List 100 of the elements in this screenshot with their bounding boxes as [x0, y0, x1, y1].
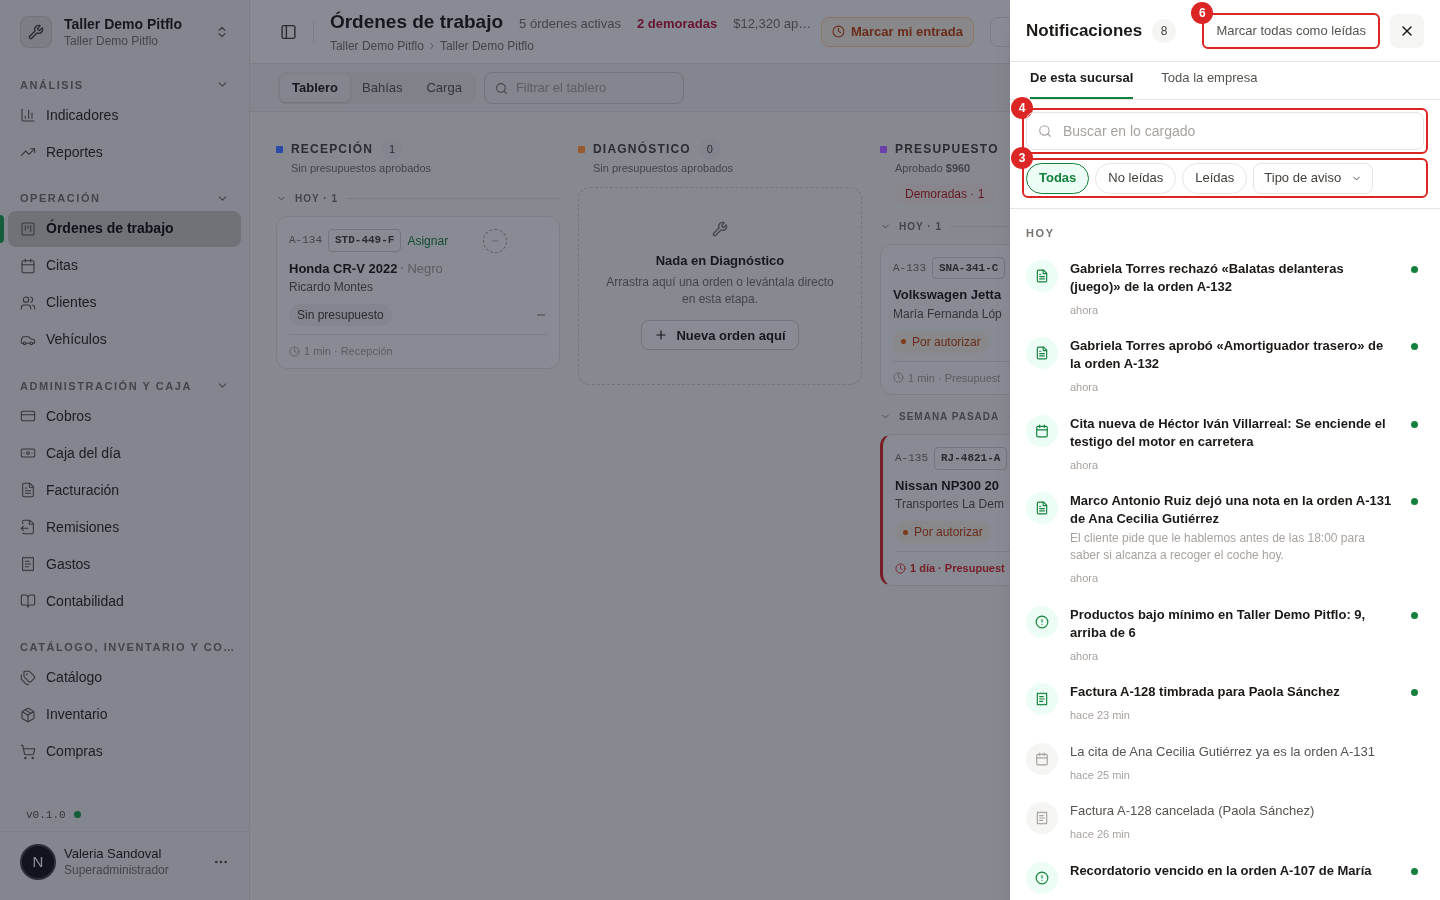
receipt-icon — [1035, 811, 1049, 825]
new-order-button[interactable]: Nueva orden aquí — [641, 320, 799, 351]
nav-item[interactable]: Contabilidad — [8, 583, 241, 619]
notification-time: ahora — [1070, 571, 1100, 586]
view-tab[interactable]: Tablero — [280, 73, 350, 102]
search-field[interactable]: Buscar en lo cargado — [1026, 112, 1424, 150]
breadcrumb-item[interactable]: Taller Demo Pitflo — [329, 36, 424, 55]
column-subtitle: Sin presupuestos aprobados — [291, 161, 433, 176]
notification-title[interactable]: Recordatorio vencido en la orden A-107 de María — [1070, 861, 1392, 880]
book-icon — [20, 593, 36, 609]
avatar: N — [20, 844, 56, 880]
status-pill: Por autorizar — [895, 521, 991, 543]
order-id: A-133 — [893, 260, 926, 276]
section-heading: CATÁLOGO, INVENTARIO Y CO… — [20, 640, 236, 655]
status-pill: Sin presupuesto — [289, 304, 392, 326]
nav-item[interactable]: Facturación — [8, 472, 241, 508]
group-label: SEMANA PASADA — [899, 410, 1000, 424]
column-title: DIAGNÓSTICO — [593, 140, 691, 158]
banknote-icon — [20, 445, 36, 461]
document-icon — [1035, 346, 1049, 360]
column-title: RECEPCIÓN — [291, 140, 374, 158]
version-label: v0.1.0 — [26, 807, 66, 823]
user-role: Superadministrador — [64, 862, 170, 878]
assign-link[interactable]: Asignar — [407, 231, 449, 250]
bar-chart-icon — [20, 107, 36, 123]
type-dropdown[interactable]: Tipo de aviso — [1253, 162, 1374, 194]
plus-icon — [654, 328, 669, 343]
vehicle-name: Volkswagen Jetta — [893, 286, 1002, 304]
annotation-badge: 6 — [1191, 1, 1214, 24]
breadcrumb-item[interactable]: Taller Demo Pitflo — [439, 36, 534, 55]
filter-chip[interactable]: Todas — [1026, 162, 1090, 194]
plate-tag: RJ-4821-A — [934, 447, 1008, 470]
calendar-icon — [20, 257, 36, 274]
calendar-icon — [1035, 751, 1049, 766]
notification-title[interactable]: Productos bajo mínimo en Taller Demo Pitflo: 9, arriba de 6 — [1070, 605, 1392, 642]
notification-time: hace 23 min — [1070, 708, 1131, 723]
client-name: Ricardo Montes — [289, 279, 375, 296]
client-name: Transportes La Dem — [895, 496, 1005, 513]
notification-title[interactable]: Factura A-128 cancelada (Paola Sánchez) — [1070, 802, 1392, 820]
document-icon — [1035, 268, 1049, 283]
view-tab[interactable]: Bahías — [350, 73, 415, 102]
nav-item[interactable]: Reportes — [8, 134, 241, 170]
notification-title[interactable]: Gabriela Torres aprobó «Amortiguador trasero» de la orden A-132 — [1070, 337, 1392, 373]
notification-title[interactable]: Cita nueva de Héctor Iván Villarreal: Se enciende el testigo del motor en carretera — [1070, 414, 1392, 451]
notification-time: ahora — [1070, 302, 1100, 318]
notification-title[interactable]: La cita de Ana Cecilia Gutiérrez ya es la orden A-131 — [1070, 742, 1392, 761]
workspace-subtitle: Taller Demo Pitflo — [64, 33, 160, 49]
sidebar-toggle-icon[interactable] — [280, 22, 297, 41]
nav-item[interactable]: Remisiones — [8, 509, 241, 545]
calendar-icon — [1035, 423, 1049, 438]
late-badge: Demoradas · 1 — [895, 182, 995, 205]
nav-item[interactable]: Indicadores — [8, 97, 241, 133]
notification-title[interactable]: Marco Antonio Ruiz dejó una nota en la orden A-131 de Ana Cecilia Gutiérrez — [1070, 492, 1392, 528]
summary-text: $12,320 ap… — [733, 15, 812, 34]
order-id: A-135 — [895, 451, 928, 466]
empty-text: Arrastra aquí una orden o levántala directo en esta etapa. — [605, 274, 835, 309]
nav-item[interactable]: Clientes — [8, 284, 241, 321]
search-icon — [494, 81, 508, 95]
nav-item[interactable]: Vehículos — [8, 321, 241, 358]
nav-item[interactable]: Cobros — [8, 398, 241, 434]
kanban-icon — [20, 220, 36, 237]
users-icon — [20, 294, 36, 311]
panel-tab[interactable]: Toda la empresa — [1161, 67, 1258, 99]
cart-icon — [20, 743, 36, 760]
plate-tag: STD-449-F — [328, 229, 402, 252]
annotation-badge: 4 — [1011, 97, 1033, 119]
nav-item[interactable]: Caja del día — [8, 435, 241, 471]
document-icon — [20, 482, 36, 498]
nav-item[interactable]: Gastos — [8, 546, 241, 582]
view-tab[interactable]: Carga — [414, 73, 474, 102]
clock-icon — [895, 562, 906, 574]
wrench-icon — [28, 24, 44, 41]
nav-item[interactable]: Catálogo — [8, 659, 241, 696]
document-icon — [1035, 501, 1049, 515]
workspace-name: Taller Demo Pitflo — [64, 16, 183, 34]
clock-in-button[interactable]: Marcar mi entrada — [821, 16, 974, 47]
card-footer: 1 día · Presupuest — [910, 560, 1005, 577]
panel-title: Notificaciones — [1026, 19, 1143, 42]
vehicle-name: Nissan NP300 20 — [895, 476, 1000, 495]
nav-item[interactable]: Compras — [8, 733, 241, 770]
nav-item[interactable]: Órdenes de trabajo — [8, 210, 241, 247]
order-card[interactable]: A-135 RJ-4821-A Nissan NP300 20 Transportes La Dem Por autorizar 1 día · Presupuest — [880, 434, 1010, 586]
notification-title[interactable]: Factura A-128 timbrada para Paola Sánchez — [1070, 683, 1392, 701]
nav-item[interactable]: Inventario — [8, 696, 241, 733]
panel-tab[interactable]: De esta sucursal — [1030, 67, 1134, 99]
wrench-icon — [712, 220, 728, 237]
column-subtitle: Sin presupuestos aprobados — [593, 161, 735, 176]
user-name: Valeria Sandoval — [64, 846, 163, 863]
notification-time: ahora — [1070, 648, 1100, 664]
plate-tag: SNA-341-C — [932, 256, 1006, 279]
group-label: HOY · 1 — [295, 191, 338, 206]
column-subtitle: Aprobado $960 — [895, 161, 972, 176]
nav-item[interactable]: Citas — [8, 247, 241, 284]
alert-circle-icon — [1035, 614, 1049, 629]
close-button[interactable] — [1390, 13, 1424, 48]
notification-title[interactable]: Gabriela Torres rechazó «Balatas delanteras (juego)» de la orden A-132 — [1070, 259, 1392, 296]
notification-time: ahora — [1070, 457, 1100, 473]
alert-circle-icon — [1035, 870, 1049, 885]
column-title: PRESUPUESTO — [895, 141, 999, 158]
search-icon — [1038, 124, 1052, 138]
